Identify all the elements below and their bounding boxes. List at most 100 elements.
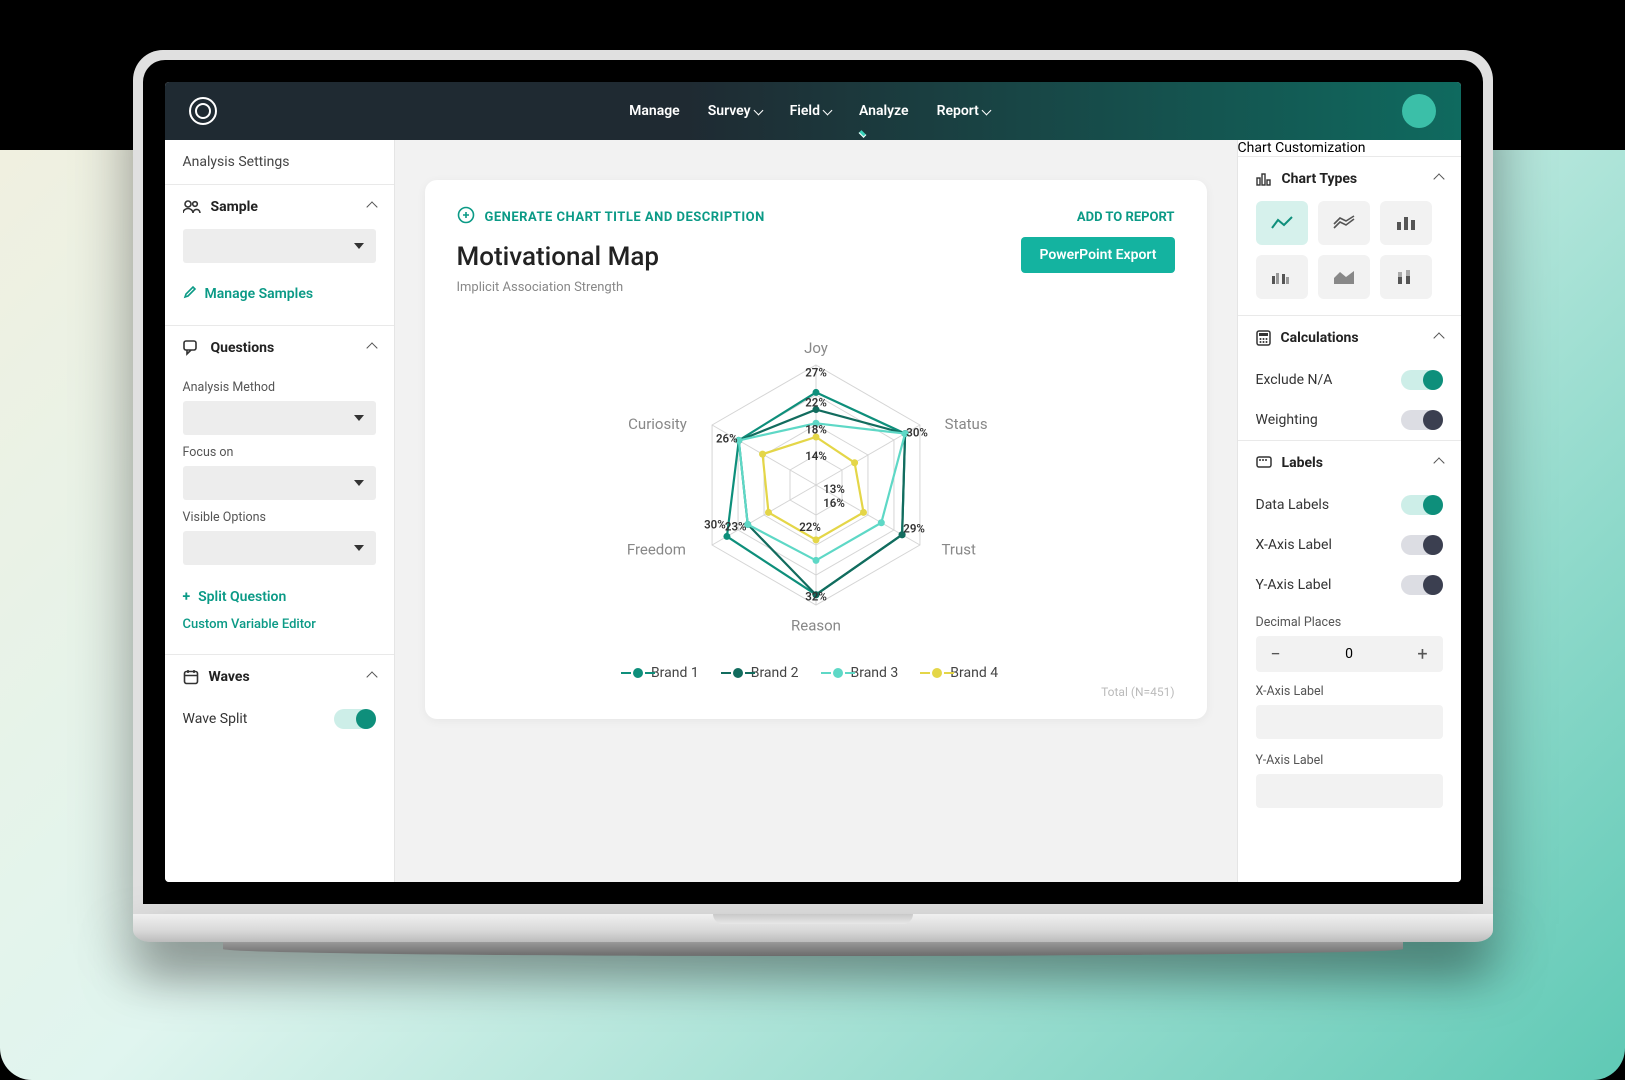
link-label: Split Question [198,589,286,605]
left-sidebar: Analysis Settings Sample [165,140,395,882]
svg-text:Status: Status [944,415,987,433]
section-label: Labels [1282,455,1323,471]
legend-label: Brand 1 [651,665,699,681]
app-logo-icon[interactable] [189,97,217,125]
chart-type-line[interactable] [1256,201,1308,245]
svg-text:30%: 30% [704,517,726,531]
analysis-method-dropdown[interactable] [183,401,376,435]
legend-marker-icon [932,668,942,678]
data-labels-toggle[interactable] [1401,495,1443,515]
section-chart-types-header[interactable]: Chart Types [1238,157,1461,201]
chart-type-stacked-line[interactable] [1318,201,1370,245]
y-axis-label-input[interactable] [1256,774,1443,808]
wave-split-toggle[interactable] [334,709,376,729]
y-axis-label-toggle[interactable] [1401,575,1443,595]
x-axis-label-toggle[interactable] [1401,535,1443,555]
section-questions: Questions Analysis Method Focus on Visib… [165,325,394,654]
legend-marker-icon [833,668,843,678]
generate-title-link[interactable]: GENERATE CHART TITLE AND DESCRIPTION [457,206,765,228]
nav-analyze[interactable]: Analyze [859,103,909,119]
nav-report[interactable]: Report [937,103,990,119]
chevron-up-icon [366,342,377,353]
chart-type-grouped-bar[interactable] [1256,255,1308,299]
section-label: Sample [211,199,258,215]
section-labels-header[interactable]: Labels [1238,441,1461,485]
svg-text:26%: 26% [715,431,737,445]
svg-text:32%: 32% [805,590,827,604]
app-window: Manage Survey Field Analyze Report Analy… [165,82,1461,882]
legend-label: Brand 3 [851,665,899,681]
section-chart-types: Chart Types [1238,156,1461,315]
legend-label: Brand 2 [751,665,799,681]
section-label: Waves [209,669,250,685]
section-labels: Labels Data Labels X-Axis Label [1238,440,1461,808]
manage-samples-link[interactable]: Manage Samples [183,279,376,309]
field-label: Decimal Places [1238,615,1461,630]
chart-type-stacked-bar[interactable] [1380,255,1432,299]
decimal-places-stepper[interactable]: − 0 + [1256,636,1443,672]
exclude-na-toggle[interactable] [1401,370,1443,390]
weighting-row: Weighting [1238,400,1461,440]
section-sample-header[interactable]: Sample [165,185,394,229]
chart-subtitle: Implicit Association Strength [457,280,765,295]
nav-manage[interactable]: Manage [629,103,680,119]
svg-text:27%: 27% [805,365,827,379]
exclude-na-row: Exclude N/A [1238,360,1461,400]
chart-icon [1256,172,1272,186]
visible-options-dropdown[interactable] [183,531,376,565]
stepper-value: 0 [1296,646,1403,662]
chart-type-bar[interactable] [1380,201,1432,245]
total-n-label: Total (N=451) [457,685,1175,699]
chart-type-area[interactable] [1318,255,1370,299]
legend-item[interactable]: Brand 1 [633,665,699,681]
stepper-plus-button[interactable]: + [1403,636,1443,672]
powerpoint-export-button[interactable]: PowerPoint Export [1021,237,1174,273]
section-calculations-header[interactable]: Calculations [1238,316,1461,360]
chevron-up-icon [1433,457,1444,468]
svg-text:16%: 16% [823,496,845,510]
link-label: GENERATE CHART TITLE AND DESCRIPTION [485,210,765,225]
svg-text:Freedom: Freedom [626,540,685,558]
section-label: Calculations [1281,330,1359,346]
svg-text:Joy: Joy [804,339,828,357]
svg-text:22%: 22% [799,520,821,534]
plus-icon: + [183,589,191,605]
legend-item[interactable]: Brand 4 [932,665,998,681]
section-questions-header[interactable]: Questions [165,326,394,370]
x-axis-label-input[interactable] [1256,705,1443,739]
stepper-minus-button[interactable]: − [1256,636,1296,672]
people-icon [183,200,201,214]
toggle-label: Data Labels [1256,497,1330,513]
weighting-toggle[interactable] [1401,410,1443,430]
legend-item[interactable]: Brand 3 [833,665,899,681]
field-label: Focus on [183,445,376,460]
svg-text:Trust: Trust [941,540,975,558]
nav-field[interactable]: Field [790,103,831,119]
wave-split-row: Wave Split [165,699,394,739]
user-avatar[interactable] [1402,94,1436,128]
custom-variable-editor-link[interactable]: Custom Variable Editor [183,611,376,638]
nav-label: Field [790,103,820,119]
radar-chart: JoyStatusTrustReasonFreedomCuriosity27%2… [457,295,1175,655]
x-axis-label-row: X-Axis Label [1238,525,1461,565]
focus-on-dropdown[interactable] [183,466,376,500]
legend-item[interactable]: Brand 2 [733,665,799,681]
svg-text:23%: 23% [724,519,746,533]
legend-marker-icon [733,668,743,678]
label-icon [1256,456,1272,470]
svg-text:29%: 29% [903,522,925,536]
chevron-up-icon [1433,332,1444,343]
nav-survey[interactable]: Survey [708,103,762,119]
link-label: Manage Samples [205,286,314,302]
sample-dropdown[interactable] [183,229,376,263]
right-sidebar: Chart Customization Chart Types [1237,140,1461,882]
section-sample: Sample Manage Samples [165,184,394,325]
section-waves-header[interactable]: Waves [165,655,394,699]
toggle-label: Wave Split [183,711,248,727]
field-label: Visible Options [183,510,376,525]
nav-label: Analyze [859,103,909,119]
section-label: Questions [211,340,275,356]
split-question-link[interactable]: + Split Question [183,583,376,611]
legend-marker-icon [633,668,643,678]
add-to-report-link[interactable]: ADD TO REPORT [1077,210,1175,225]
